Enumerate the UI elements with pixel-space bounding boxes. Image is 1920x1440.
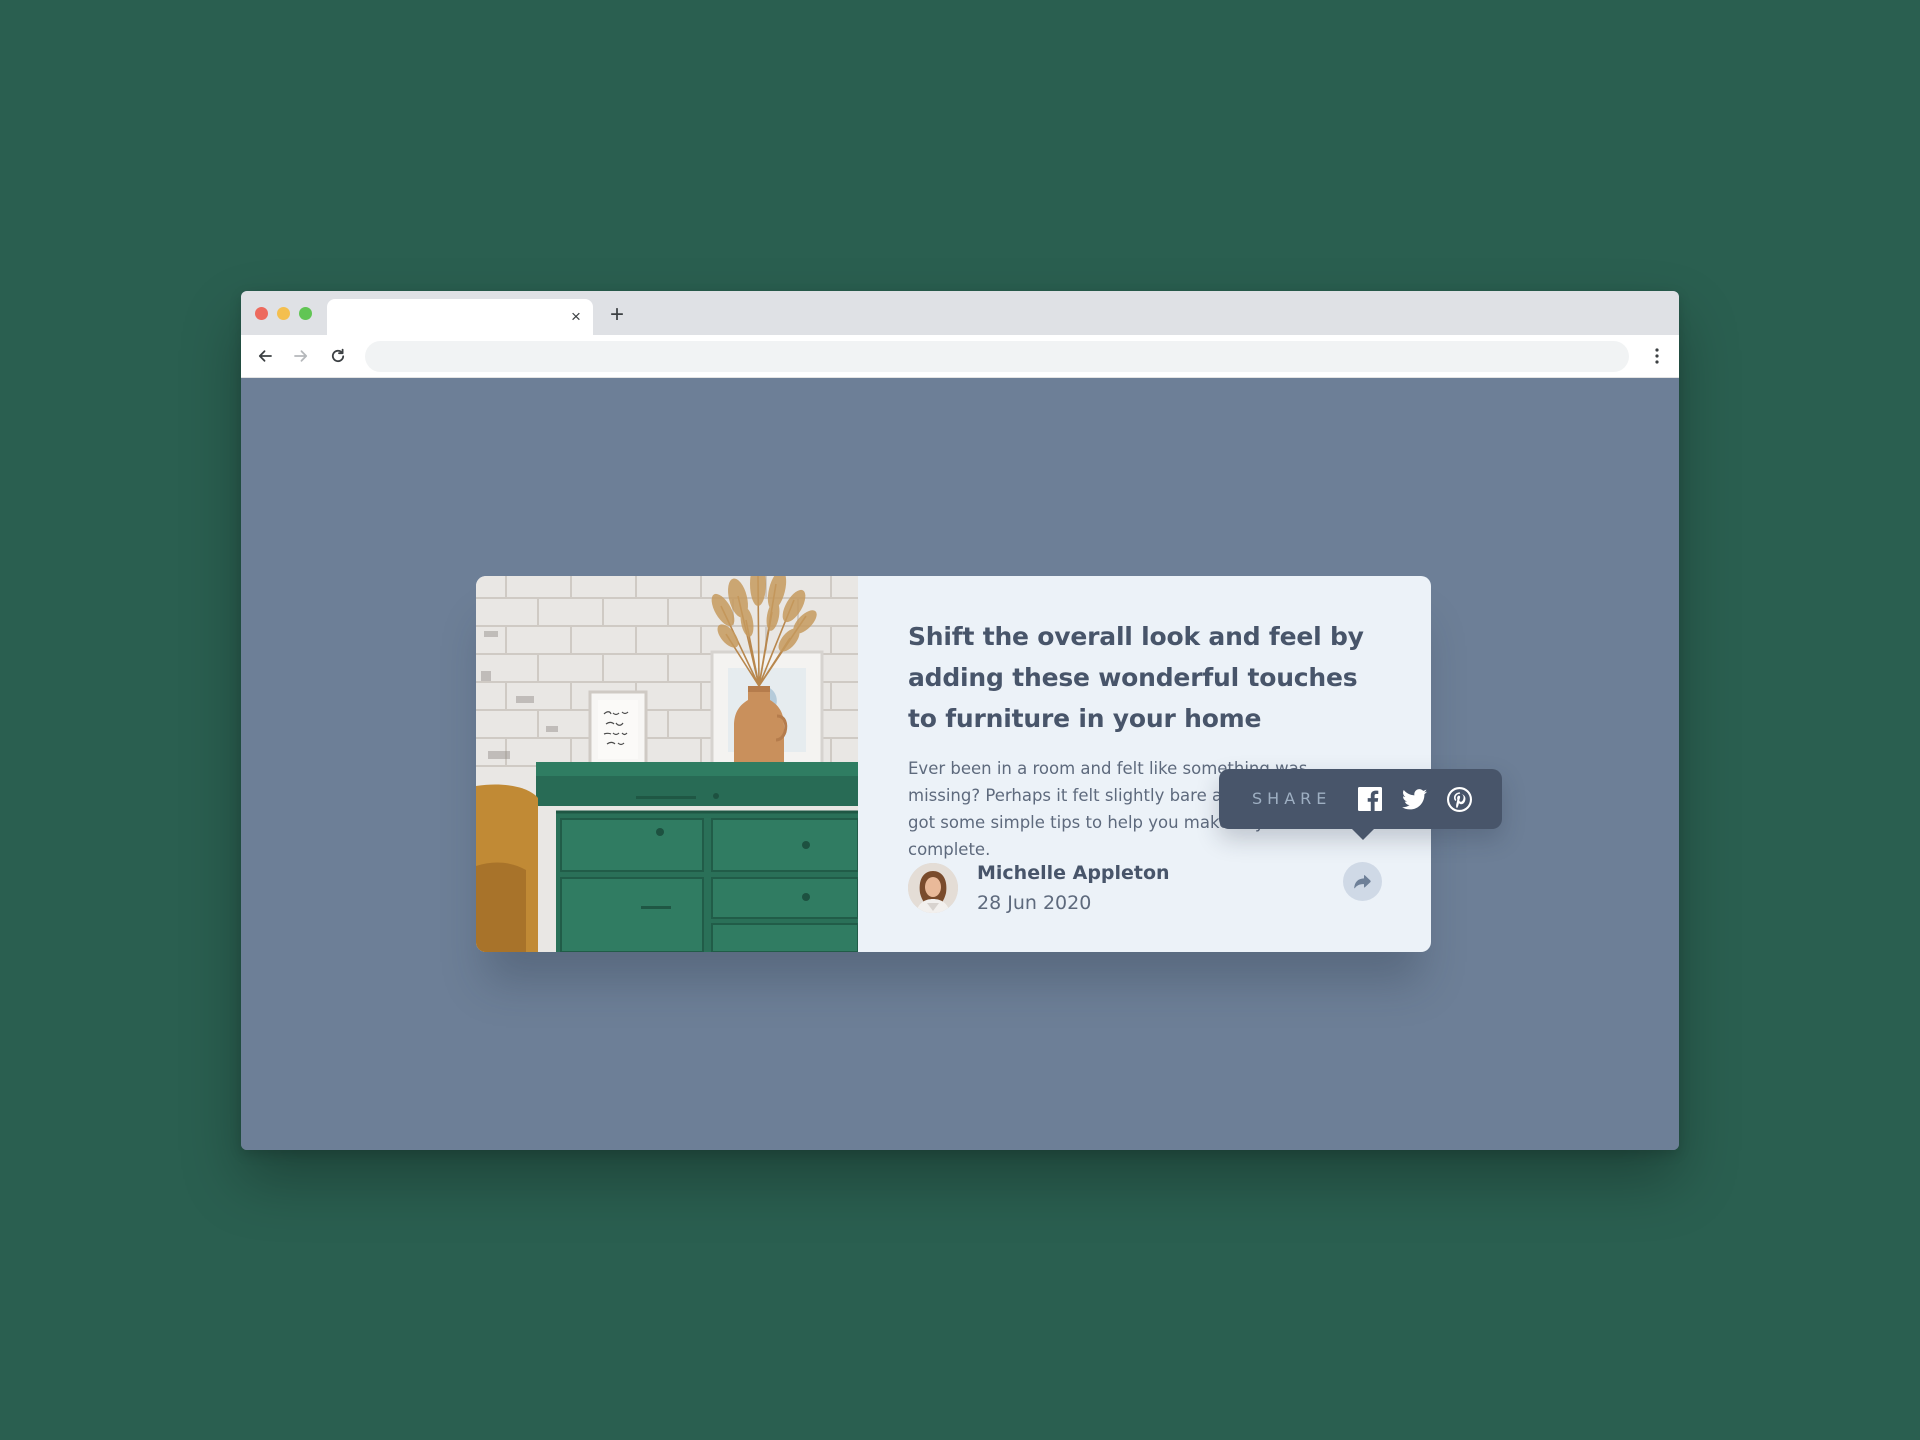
publish-date: 28 Jun 2020: [977, 892, 1092, 914]
minimize-window-button[interactable]: [277, 307, 290, 320]
share-label: SHARE: [1252, 789, 1332, 808]
share-popover: SHARE: [1219, 769, 1502, 840]
author-name: Michelle Appleton: [977, 862, 1170, 884]
author-block: Michelle Appleton 28 Jun 2020: [908, 859, 1388, 914]
pinterest-icon: [1446, 786, 1472, 812]
browser-toolbar: [241, 335, 1679, 378]
reload-button[interactable]: [325, 343, 351, 369]
share-button[interactable]: [1343, 862, 1382, 901]
facebook-icon: [1358, 787, 1382, 811]
share-arrow-icon: [1354, 874, 1371, 888]
back-button[interactable]: [252, 343, 278, 369]
address-bar[interactable]: [365, 341, 1629, 372]
forward-button[interactable]: [288, 343, 314, 369]
tab-strip: × +: [241, 291, 1679, 335]
vertical-dots-icon: [1655, 348, 1659, 364]
reload-icon: [331, 348, 345, 363]
arrow-right-icon: [294, 350, 308, 362]
new-tab-button[interactable]: +: [606, 303, 628, 327]
tab-close-icon[interactable]: ×: [567, 308, 585, 326]
browser-window: × + Shift the overall look and feel by a…: [241, 291, 1679, 1150]
facebook-share-link[interactable]: [1356, 785, 1384, 813]
twitter-icon: [1401, 788, 1427, 809]
article-card: Shift the overall look and feel by addin…: [476, 576, 1502, 952]
arrow-left-icon: [258, 350, 272, 362]
browser-menu-button[interactable]: [1649, 343, 1665, 369]
article-image: [476, 576, 858, 952]
page-viewport: Shift the overall look and feel by addin…: [241, 378, 1679, 1150]
pinterest-share-link[interactable]: [1445, 785, 1473, 813]
article-title[interactable]: Shift the overall look and feel by addin…: [908, 616, 1388, 739]
browser-tab[interactable]: ×: [327, 299, 593, 335]
twitter-share-link[interactable]: [1400, 785, 1428, 813]
close-window-button[interactable]: [255, 307, 268, 320]
author-avatar: [908, 863, 958, 913]
maximize-window-button[interactable]: [299, 307, 312, 320]
